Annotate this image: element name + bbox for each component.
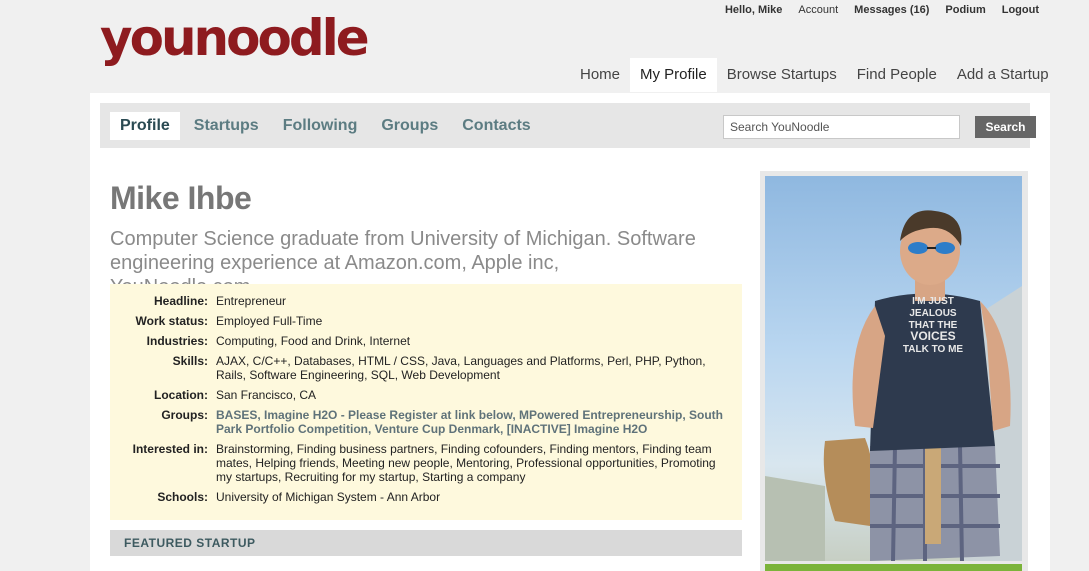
detail-value: Computing, Food and Drink, Internet: [216, 334, 411, 348]
detail-value: San Francisco, CA: [216, 388, 317, 402]
search-button[interactable]: Search: [975, 116, 1036, 138]
detail-label: Industries:: [146, 334, 208, 348]
photo-green-bar: [765, 564, 1022, 571]
tab-contacts[interactable]: Contacts: [452, 112, 540, 140]
detail-value: AJAX, C/C++, Databases, HTML / CSS, Java…: [216, 354, 706, 382]
podium-link[interactable]: Podium: [945, 4, 985, 16]
detail-value: Employed Full-Time: [216, 314, 323, 328]
account-link[interactable]: Account: [798, 4, 838, 16]
svg-text:JEALOUS: JEALOUS: [909, 308, 957, 319]
nav-browse-startups[interactable]: Browse Startups: [717, 58, 847, 92]
profile-photo-frame: I'M JUST JEALOUS THAT THE VOICES TALK TO…: [760, 171, 1028, 571]
detail-value: Entrepreneur: [216, 294, 287, 308]
logout-link[interactable]: Logout: [1002, 4, 1039, 16]
svg-text:VOICES: VOICES: [910, 329, 955, 343]
profile-details: Headline: Entrepreneur Work status: Empl…: [110, 284, 742, 520]
main-nav: Home My Profile Browse Startups Find Peo…: [570, 58, 1059, 92]
detail-row-work-status: Work status: Employed Full-Time: [110, 314, 742, 328]
tab-startups[interactable]: Startups: [184, 112, 269, 140]
search-input[interactable]: [723, 115, 960, 139]
sub-nav: Profile Startups Following Groups Contac…: [100, 103, 1036, 148]
groups-links[interactable]: BASES, Imagine H2O - Please Register at …: [208, 408, 726, 436]
nav-add-startup[interactable]: Add a Startup: [947, 58, 1059, 92]
tab-groups[interactable]: Groups: [371, 112, 448, 140]
profile-name: Mike Ihbe: [110, 180, 252, 216]
detail-value: Brainstorming, Finding business partners…: [216, 442, 716, 484]
person-photo-illustration: I'M JUST JEALOUS THAT THE VOICES TALK TO…: [765, 210, 1022, 561]
detail-row-industries: Industries: Computing, Food and Drink, I…: [110, 334, 742, 348]
detail-row-interested-in: Interested in: Brainstorming, Finding bu…: [110, 442, 742, 484]
detail-value: University of Michigan System - Ann Arbo…: [216, 490, 441, 504]
detail-label: Headline:: [153, 294, 208, 308]
messages-link[interactable]: Messages (16): [854, 4, 929, 16]
detail-label: Interested in:: [132, 442, 208, 456]
nav-find-people[interactable]: Find People: [847, 58, 947, 92]
detail-label: Schools:: [157, 490, 208, 504]
svg-text:I'M JUST: I'M JUST: [912, 296, 954, 307]
detail-row-headline: Headline: Entrepreneur: [110, 294, 742, 308]
nav-my-profile[interactable]: My Profile: [630, 58, 717, 92]
detail-label: Groups:: [161, 408, 208, 422]
greeting: Hello, Mike: [724, 4, 783, 16]
detail-row-location: Location: San Francisco, CA: [110, 388, 742, 402]
tab-profile[interactable]: Profile: [110, 112, 180, 140]
svg-text:TALK TO ME: TALK TO ME: [903, 344, 964, 355]
detail-row-schools: Schools: University of Michigan System -…: [110, 490, 742, 504]
content-panel: Profile Startups Following Groups Contac…: [90, 93, 1050, 571]
tab-following[interactable]: Following: [273, 112, 368, 140]
detail-label: Work status:: [135, 314, 208, 328]
detail-label: Location:: [154, 388, 208, 402]
nav-home[interactable]: Home: [570, 58, 630, 92]
featured-startup-heading: FEATURED STARTUP: [110, 530, 742, 556]
detail-row-groups: Groups: BASES, Imagine H2O - Please Regi…: [110, 408, 742, 436]
top-nav: Hello, Mike Account Messages (16) Podium…: [725, 4, 1039, 16]
detail-label: Skills:: [172, 354, 208, 368]
detail-row-skills: Skills: AJAX, C/C++, Databases, HTML / C…: [110, 354, 742, 382]
profile-photo[interactable]: I'M JUST JEALOUS THAT THE VOICES TALK TO…: [765, 176, 1022, 561]
younoodle-logo[interactable]: younoodle: [100, 8, 370, 68]
